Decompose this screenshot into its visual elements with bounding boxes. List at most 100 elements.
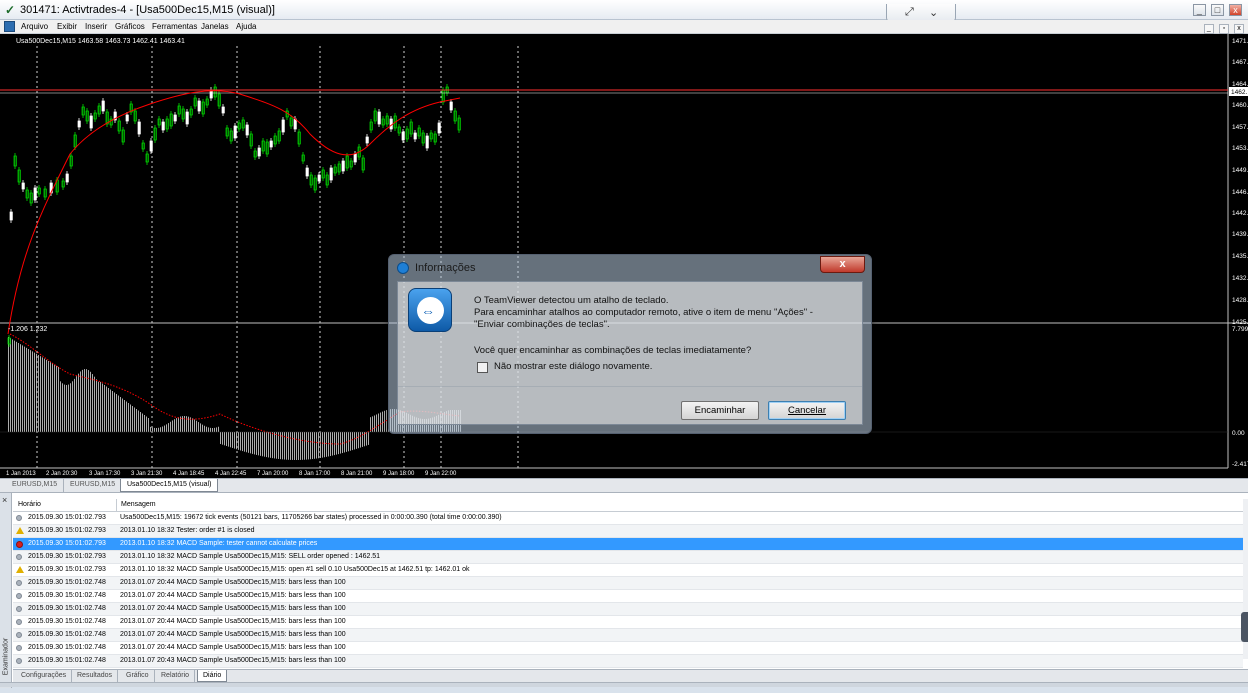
histogram-bar (154, 427, 155, 432)
menu-ferramentas[interactable]: Ferramentas (152, 22, 197, 31)
chart-tabs: EURUSD,M15 EURUSD,M15 Usa500Dec15,M15 (v… (0, 478, 1248, 492)
cancel-button[interactable]: Cancelar (768, 401, 846, 420)
table-row[interactable]: 2015.09.30 15:01:02.748 2013.01.07 20:44 … (13, 616, 1243, 629)
histogram-bar (220, 432, 221, 444)
histogram-bar (150, 426, 151, 432)
row-time: 2015.09.30 15:01:02.793 (28, 514, 106, 521)
dont-show-again-checkbox[interactable] (477, 362, 488, 373)
histogram-bar (168, 423, 169, 432)
menu-ajuda[interactable]: Ajuda (236, 22, 256, 31)
close-button[interactable]: x (1229, 4, 1242, 16)
histogram-bar (320, 432, 321, 458)
histogram-bar (26, 347, 27, 432)
menu-janelas[interactable]: Janelas (201, 22, 229, 31)
chart-header: Usa500Dec15,M15 1463.58 1463.73 1462.41 … (16, 38, 185, 45)
chart-tab-eurusd-1[interactable]: EURUSD,M15 (6, 479, 65, 492)
price-tick-label: 1471. (1232, 38, 1248, 45)
histogram-bar (130, 404, 131, 432)
menu-arquivo[interactable]: Arquivo (21, 22, 48, 31)
tab-configuracoes[interactable]: Configurações (16, 670, 73, 682)
table-row[interactable]: 2015.09.30 15:01:02.793 2013.01.10 18:32 … (13, 525, 1243, 538)
histogram-bar (94, 376, 95, 432)
indicator-header: -1.206 1.232 (8, 326, 47, 333)
menu-inserir[interactable]: Inserir (85, 22, 107, 31)
histogram-bar (350, 432, 351, 451)
histogram-bar (206, 426, 207, 432)
info-icon (16, 619, 22, 625)
table-row[interactable]: 2015.09.30 15:01:02.793 2013.01.10 18:32 … (13, 538, 1243, 551)
candle-body (9, 211, 13, 221)
histogram-bar (274, 432, 275, 459)
row-message: 2013.01.10 18:32 MACD Sample: tester can… (120, 540, 318, 547)
candle-body (413, 132, 417, 140)
histogram-bar (134, 407, 135, 432)
histogram-bar (236, 432, 237, 450)
forward-button[interactable]: Encaminhar (681, 401, 759, 420)
menu-graficos[interactable]: Gráficos (115, 22, 145, 31)
table-row[interactable]: 2015.09.30 15:01:02.748 2013.01.07 20:44 … (13, 603, 1243, 616)
histogram-bar (238, 432, 239, 450)
candle-body (77, 120, 81, 128)
minimize-button[interactable]: _ (1192, 4, 1206, 16)
chart-minimize-button[interactable]: _ (1203, 24, 1214, 34)
tab-grafico[interactable]: Gráfico (121, 670, 155, 682)
chart-tab-usa500-visual[interactable]: Usa500Dec15,M15 (visual) (120, 479, 219, 492)
candle-body (353, 153, 357, 163)
histogram-bar (248, 432, 249, 453)
table-row[interactable]: 2015.09.30 15:01:02.748 2013.01.07 20:44 … (13, 629, 1243, 642)
histogram-bar (294, 432, 295, 460)
histogram-bar (256, 432, 257, 455)
candle-body (233, 125, 237, 139)
time-axis: 1 Jan 2013 2 Jan 20:30 3 Jan 17:30 3 Jan 21… (6, 471, 457, 477)
menu-exibir[interactable]: Exibir (57, 22, 77, 31)
histogram-bar (52, 363, 53, 432)
table-row[interactable]: 2015.09.30 15:01:02.748 2013.01.07 20:43 … (13, 655, 1243, 668)
price-tick-label: 1428. (1232, 297, 1248, 304)
chart-restore-button[interactable]: ▫ (1218, 24, 1229, 34)
histogram-bar (312, 432, 313, 460)
column-divider[interactable] (116, 499, 117, 512)
table-row[interactable]: 2015.09.30 15:01:02.793 2013.01.10 18:32 … (13, 551, 1243, 564)
chart-close-button[interactable]: x (1234, 24, 1244, 34)
histogram-bar (62, 383, 63, 432)
histogram-bar (262, 432, 263, 457)
maximize-button[interactable]: □ (1210, 4, 1224, 16)
tab-resultados[interactable]: Resultados (72, 670, 119, 682)
table-row[interactable]: 2015.09.30 15:01:02.748 2013.01.07 20:44 … (13, 642, 1243, 655)
tab-diario[interactable]: Diário (197, 670, 228, 682)
chevron-down-icon[interactable]: ⌄ (929, 6, 938, 19)
dont-show-again-label[interactable]: Não mostrar este diálogo novamente. (494, 361, 652, 372)
row-time: 2015.09.30 15:01:02.793 (28, 540, 106, 547)
row-message: 2013.01.07 20:44 MACD Sample Usa500Dec15… (120, 644, 346, 651)
histogram-bar (16, 341, 17, 432)
chart-window-icon[interactable] (4, 21, 15, 32)
chart-tab-eurusd-2[interactable]: EURUSD,M15 (64, 479, 123, 492)
chart-window-controls: _ ▫ x (1202, 21, 1244, 34)
side-panel-grip[interactable] (1241, 612, 1248, 642)
candle-body (89, 115, 93, 129)
histogram-bar (338, 432, 339, 455)
table-row[interactable]: 2015.09.30 15:01:02.748 2013.01.07 20:44 … (13, 577, 1243, 590)
tab-relatorio[interactable]: Relatório (156, 670, 196, 682)
candle-body (149, 140, 153, 152)
close-icon[interactable]: × (2, 495, 7, 505)
price-tick-label: 1464. (1232, 81, 1248, 88)
metatrader-icon: ✓ (5, 3, 16, 17)
column-header-message[interactable]: Mensagem (121, 501, 156, 508)
candle-body (21, 182, 25, 190)
candle-body (377, 111, 381, 125)
histogram-bar (210, 427, 211, 432)
histogram-bar (268, 432, 269, 458)
dialog-question: Você quer encaminhar as combinações de t… (474, 345, 752, 356)
dialog-close-button[interactable]: x (820, 256, 865, 273)
table-row[interactable]: 2015.09.30 15:01:02.793 Usa500Dec15,M15: … (13, 512, 1243, 525)
table-row[interactable]: 2015.09.30 15:01:02.793 2013.01.10 18:32 … (13, 564, 1243, 577)
candle-body (365, 136, 369, 144)
histogram-bar (382, 411, 383, 432)
expand-icon[interactable]: ⤢ (905, 6, 914, 19)
histogram-bar (114, 392, 115, 432)
table-row[interactable]: 2015.09.30 15:01:02.748 2013.01.07 20:44 … (13, 590, 1243, 603)
column-header-time[interactable]: Horário (18, 501, 41, 508)
histogram-bar (242, 432, 243, 452)
histogram-bar (156, 427, 157, 432)
